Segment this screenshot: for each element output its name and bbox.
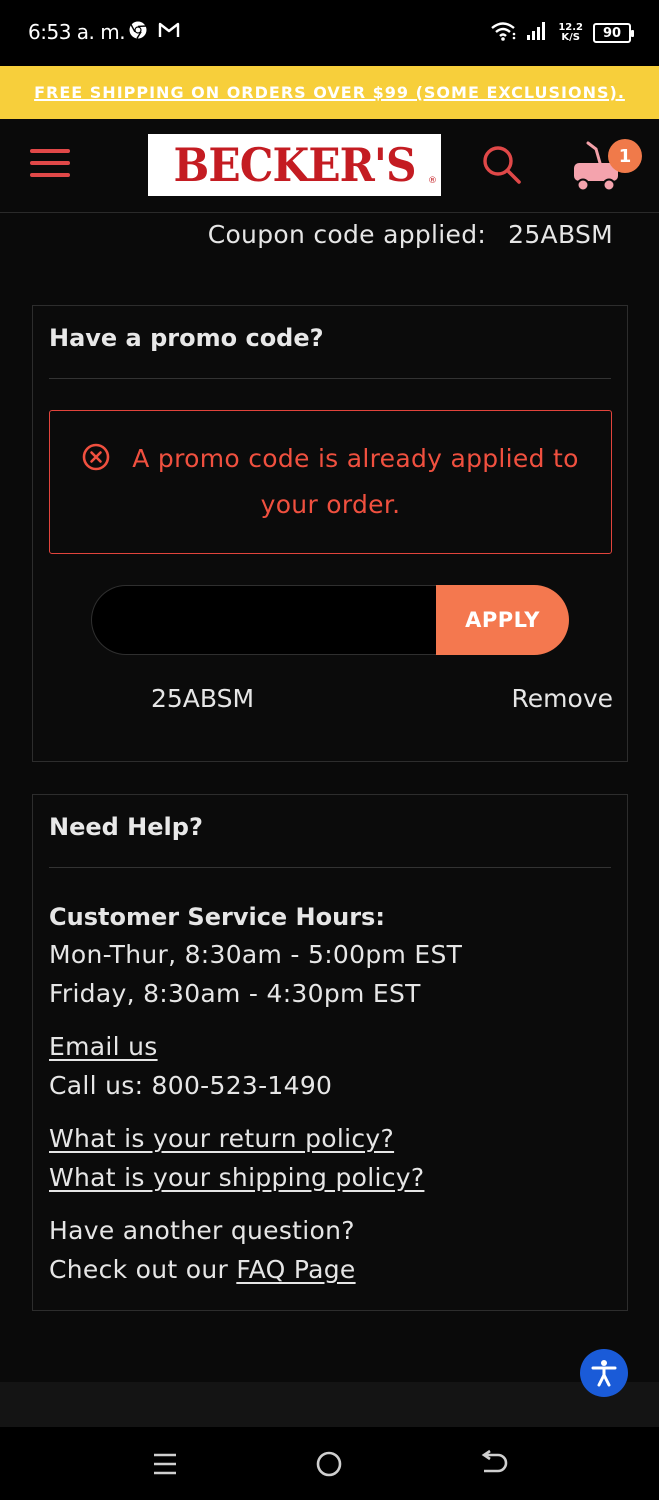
back-arrow-icon xyxy=(481,1449,508,1473)
footer-strip xyxy=(0,1382,659,1427)
help-card-divider xyxy=(49,867,611,868)
service-hours-label: Customer Service Hours: xyxy=(49,903,385,931)
help-card-title: Need Help? xyxy=(49,813,203,841)
battery-icon: 90 xyxy=(593,23,634,43)
free-shipping-banner: FREE SHIPPING ON ORDERS OVER $99 (SOME E… xyxy=(0,66,659,119)
faq-prefix: Check out our xyxy=(49,1255,229,1284)
accessibility-button[interactable] xyxy=(580,1349,628,1397)
shipping-policy-link[interactable]: What is your shipping policy? xyxy=(49,1163,424,1192)
free-shipping-link[interactable]: FREE SHIPPING ON ORDERS OVER $99 (SOME E… xyxy=(34,83,625,102)
gmail-icon xyxy=(158,20,180,44)
service-hours-friday: Friday, 8:30am - 4:30pm EST xyxy=(49,979,421,1008)
logo-registered-mark: ® xyxy=(428,176,437,186)
menu-button[interactable] xyxy=(30,149,70,183)
cart-count-badge: 1 xyxy=(608,139,642,173)
applied-promo-code: 25ABSM xyxy=(151,684,255,713)
menu-icon xyxy=(30,149,70,153)
chrome-icon xyxy=(128,20,148,44)
return-policy-link[interactable]: What is your return policy? xyxy=(49,1124,394,1153)
logo-text: BECKER'S xyxy=(173,138,416,192)
site-header: BECKER'S ® 1 xyxy=(0,119,659,213)
apply-button[interactable]: APPLY xyxy=(436,585,569,655)
recent-apps-button[interactable] xyxy=(150,1449,184,1479)
home-button[interactable] xyxy=(313,1449,347,1479)
promo-code-form: APPLY xyxy=(91,585,569,655)
remove-promo-link[interactable]: Remove xyxy=(512,684,613,713)
menu-icon-bar xyxy=(30,161,70,165)
network-speed-unit: K/S xyxy=(561,32,580,43)
promo-error-message: A promo code is already applied to your … xyxy=(80,438,581,526)
cart-button[interactable]: 1 xyxy=(570,139,644,195)
menu-icon-bar xyxy=(30,173,70,177)
accessibility-icon xyxy=(591,1360,617,1387)
home-circle-icon xyxy=(316,1451,342,1477)
faq-line: Check out our FAQ Page xyxy=(49,1250,609,1289)
need-help-card: Need Help? Customer Service Hours: Mon-T… xyxy=(32,794,628,1311)
promo-card-divider xyxy=(49,378,611,379)
coupon-applied-code: 25ABSM xyxy=(508,220,613,249)
status-bar: 6:53 a. m. 12.2 K/S 90 xyxy=(0,0,659,66)
promo-error-text: A promo code is already applied to your … xyxy=(132,444,579,519)
error-circle-x-icon xyxy=(82,442,110,484)
status-time: 6:53 a. m. xyxy=(28,20,126,44)
android-nav-bar xyxy=(0,1427,659,1500)
recent-apps-icon xyxy=(154,1453,176,1475)
service-hours-weekday: Mon-Thur, 8:30am - 5:00pm EST xyxy=(49,940,463,969)
promo-card-title: Have a promo code? xyxy=(49,324,324,352)
promo-error-alert: A promo code is already applied to your … xyxy=(49,410,612,554)
back-button[interactable] xyxy=(478,1449,512,1479)
beckers-logo[interactable]: BECKER'S ® xyxy=(148,134,441,196)
call-us-text: Call us: 800-523-1490 xyxy=(49,1071,333,1100)
status-right: 12.2 K/S 90 xyxy=(490,18,634,48)
promo-code-card: Have a promo code? A promo code is alrea… xyxy=(32,305,628,762)
wifi-icon xyxy=(490,20,516,46)
coupon-applied-line: Coupon code applied: 25ABSM xyxy=(208,220,613,249)
email-us-link[interactable]: Email us xyxy=(49,1032,158,1061)
network-speed: 12.2 K/S xyxy=(558,23,583,43)
search-icon xyxy=(483,146,521,184)
promo-code-input[interactable] xyxy=(91,585,451,655)
page: 6:53 a. m. 12.2 K/S 90 FREE SHIPPING ON O… xyxy=(0,0,659,1500)
help-body: Customer Service Hours: Mon-Thur, 8:30am… xyxy=(49,899,609,1289)
signal-icon xyxy=(526,21,548,45)
coupon-applied-label: Coupon code applied: xyxy=(207,220,487,249)
another-question-text: Have another question? xyxy=(49,1216,355,1245)
search-button[interactable] xyxy=(480,143,524,187)
faq-page-link[interactable]: FAQ Page xyxy=(236,1255,355,1284)
